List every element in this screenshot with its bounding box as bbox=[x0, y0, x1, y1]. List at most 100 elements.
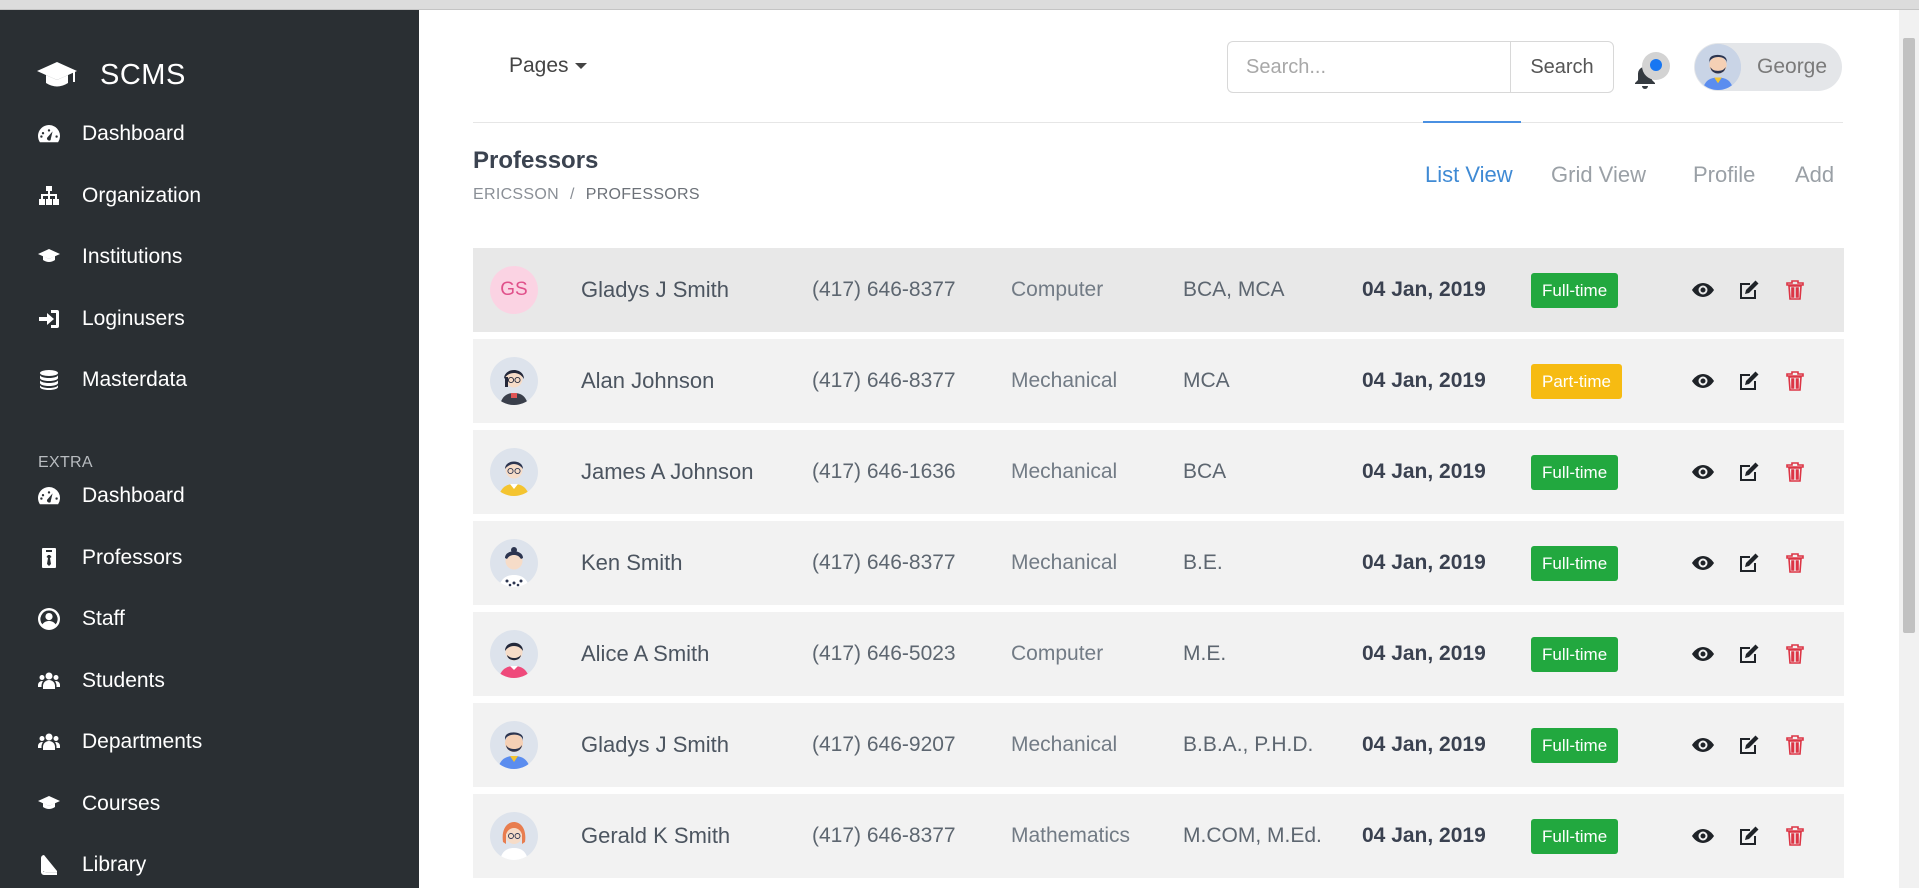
eye-icon bbox=[1692, 465, 1714, 479]
edit-button[interactable] bbox=[1736, 368, 1762, 394]
table-row[interactable]: Gerald K Smith (417) 646-8377 Mathematic… bbox=[473, 794, 1844, 878]
edit-button[interactable] bbox=[1736, 641, 1762, 667]
sidebar-item-label: Professors bbox=[82, 546, 183, 569]
sidebar-item-students[interactable]: Students bbox=[36, 664, 165, 698]
tab-add[interactable]: Add bbox=[1795, 162, 1834, 188]
avatar-cell bbox=[490, 794, 538, 878]
scrollbar-thumb[interactable] bbox=[1903, 38, 1915, 633]
delete-button[interactable] bbox=[1782, 641, 1808, 667]
delete-button[interactable] bbox=[1782, 277, 1808, 303]
page-scrollbar[interactable] bbox=[1899, 10, 1919, 888]
edit-button[interactable] bbox=[1736, 277, 1762, 303]
delete-button[interactable] bbox=[1782, 823, 1808, 849]
professor-name: Alan Johnson bbox=[581, 368, 715, 393]
badge-cell: Full-time bbox=[1531, 612, 1619, 696]
badge-cell: Full-time bbox=[1531, 703, 1619, 787]
sidebar-item-label: Library bbox=[82, 853, 147, 876]
edit-button[interactable] bbox=[1736, 459, 1762, 485]
professor-qualification: M.COM, M.Ed. bbox=[1183, 824, 1322, 847]
view-button[interactable] bbox=[1690, 459, 1716, 485]
sidebar-item-departments[interactable]: Departments bbox=[36, 725, 202, 759]
delete-button[interactable] bbox=[1782, 550, 1808, 576]
view-button[interactable] bbox=[1690, 823, 1716, 849]
table-row[interactable]: GS Gladys J Smith (417) 646-8377 Compute… bbox=[473, 248, 1844, 332]
delete-button[interactable] bbox=[1782, 368, 1808, 394]
sidebar-item-dashboard[interactable]: Dashboard bbox=[36, 117, 185, 151]
status-badge: Full-time bbox=[1531, 727, 1619, 763]
professor-department: Mechanical bbox=[1011, 551, 1118, 574]
table-row[interactable]: James A Johnson (417) 646-1636 Mechanica… bbox=[473, 430, 1844, 514]
brand[interactable]: SCMS bbox=[36, 55, 186, 95]
professor-join-date: 04 Jan, 2019 bbox=[1362, 369, 1486, 392]
user-menu[interactable]: George bbox=[1694, 43, 1842, 91]
table-row[interactable]: Gladys J Smith (417) 646-9207 Mechanical… bbox=[473, 703, 1844, 787]
tab-list-view[interactable]: List View bbox=[1425, 162, 1513, 188]
avatar-cell bbox=[490, 703, 538, 787]
sidebar-item-organization[interactable]: Organization bbox=[36, 179, 201, 213]
professor-join-date: 04 Jan, 2019 bbox=[1362, 460, 1486, 483]
trash-icon bbox=[1786, 735, 1804, 755]
row-actions bbox=[1690, 339, 1810, 423]
professor-qualification: BCA, MCA bbox=[1183, 278, 1285, 301]
search-button[interactable]: Search bbox=[1510, 41, 1614, 93]
sidebar-item-label: Institutions bbox=[82, 245, 183, 268]
professor-department: Mechanical bbox=[1011, 369, 1118, 392]
edit-button[interactable] bbox=[1736, 823, 1762, 849]
sidebar-item-courses[interactable]: Courses bbox=[36, 787, 160, 821]
view-button[interactable] bbox=[1690, 641, 1716, 667]
trash-icon bbox=[1786, 280, 1804, 300]
professor-avatar bbox=[490, 721, 538, 769]
pages-dropdown-label: Pages bbox=[509, 54, 569, 77]
trash-icon bbox=[1786, 644, 1804, 664]
table-row[interactable]: Alice A Smith (417) 646-5023 Computer M.… bbox=[473, 612, 1844, 696]
eye-icon bbox=[1692, 283, 1714, 297]
trash-icon bbox=[1786, 553, 1804, 573]
professor-name: James A Johnson bbox=[581, 459, 754, 484]
delete-button[interactable] bbox=[1782, 459, 1808, 485]
edit-button[interactable] bbox=[1736, 732, 1762, 758]
sidebar-item-staff[interactable]: Staff bbox=[36, 602, 125, 636]
pages-dropdown[interactable]: Pages bbox=[509, 54, 587, 78]
view-button[interactable] bbox=[1690, 732, 1716, 758]
view-button[interactable] bbox=[1690, 550, 1716, 576]
professor-department: Mathematics bbox=[1011, 824, 1131, 847]
sidebar-item-label: Masterdata bbox=[82, 368, 188, 391]
delete-button[interactable] bbox=[1782, 732, 1808, 758]
sitemap-icon bbox=[36, 183, 62, 209]
user-circle-icon bbox=[36, 606, 62, 632]
sign-in-icon bbox=[36, 306, 62, 332]
sidebar-item-loginusers[interactable]: Loginusers bbox=[36, 302, 185, 336]
status-badge: Full-time bbox=[1531, 454, 1619, 490]
tab-grid-view[interactable]: Grid View bbox=[1551, 162, 1646, 188]
notifications-button[interactable] bbox=[1632, 52, 1670, 92]
search-input[interactable] bbox=[1227, 41, 1510, 93]
sidebar-item-dashboard-extra[interactable]: Dashboard bbox=[36, 479, 185, 513]
badge-cell: Full-time bbox=[1531, 521, 1619, 605]
breadcrumb-current: PROFESSORS bbox=[585, 186, 700, 203]
sidebar-item-professors[interactable]: Professors bbox=[36, 541, 182, 575]
view-button[interactable] bbox=[1690, 368, 1716, 394]
main-content: Pages Search George Professors ERICSSON /… bbox=[419, 10, 1899, 888]
professor-qualification: B.E. bbox=[1183, 551, 1223, 574]
sidebar-item-institutions[interactable]: Institutions bbox=[36, 240, 182, 274]
tab-profile[interactable]: Profile bbox=[1693, 162, 1755, 188]
edit-button[interactable] bbox=[1736, 550, 1762, 576]
professor-department: Mechanical bbox=[1011, 460, 1118, 483]
sidebar-item-masterdata[interactable]: Masterdata bbox=[36, 363, 187, 397]
badge-cell: Full-time bbox=[1531, 794, 1619, 878]
sidebar-item-label: Staff bbox=[82, 607, 125, 630]
professor-phone: (417) 646-8377 bbox=[812, 551, 956, 574]
eye-icon bbox=[1692, 829, 1714, 843]
professor-join-date: 04 Jan, 2019 bbox=[1362, 824, 1486, 847]
status-badge: Full-time bbox=[1531, 636, 1619, 672]
sidebar-item-label: Organization bbox=[82, 184, 202, 207]
graduation-cap-icon bbox=[37, 62, 77, 87]
eye-icon bbox=[1692, 374, 1714, 388]
table-row[interactable]: Ken Smith (417) 646-8377 Mechanical B.E.… bbox=[473, 521, 1844, 605]
view-button[interactable] bbox=[1690, 277, 1716, 303]
status-badge: Part-time bbox=[1531, 363, 1622, 399]
breadcrumb-item[interactable]: ERICSSON bbox=[473, 186, 559, 203]
sidebar-item-library[interactable]: Library bbox=[36, 848, 146, 882]
table-row[interactable]: Alan Johnson (417) 646-8377 Mechanical M… bbox=[473, 339, 1844, 423]
users-icon bbox=[36, 668, 62, 694]
